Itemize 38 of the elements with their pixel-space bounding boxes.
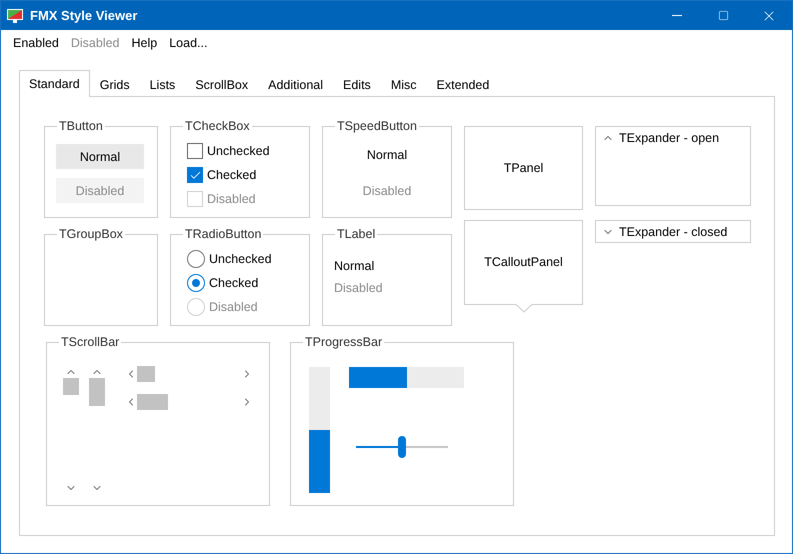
group-title: TSpeedButton (335, 119, 419, 133)
group-title: TLabel (335, 227, 378, 241)
group-title: TGroupBox (57, 227, 125, 241)
radio-label[interactable]: Unchecked (209, 252, 272, 266)
radio-button[interactable] (187, 250, 205, 268)
group-title: TScrollBar (59, 335, 122, 349)
tab[interactable]: Standard (19, 70, 90, 97)
radio-label[interactable]: Checked (209, 276, 258, 290)
push-button[interactable]: Normal (56, 144, 144, 169)
window-title: FMX Style Viewer (30, 8, 138, 23)
speed-button[interactable]: Normal (337, 144, 437, 166)
slider[interactable] (356, 436, 448, 458)
scroll-thumb[interactable] (89, 378, 105, 406)
panel-label: TPanel (504, 161, 544, 175)
group-title: TRadioButton (183, 227, 264, 241)
menu-item[interactable]: Enabled (7, 36, 65, 50)
radio-button[interactable] (187, 274, 205, 292)
maximize-icon (718, 10, 728, 21)
app-icon (7, 8, 23, 22)
checkbox-label[interactable]: Checked (207, 168, 256, 182)
checkbox[interactable] (187, 143, 203, 159)
checkbox[interactable] (187, 167, 203, 183)
group-title: TButton (57, 119, 105, 133)
slider-thumb[interactable] (398, 436, 406, 458)
callout-label: TCalloutPanel (484, 255, 563, 269)
expander-header[interactable]: TExpander - closed (596, 221, 728, 242)
menu-item[interactable]: Help (126, 36, 164, 50)
label-text: Normal (334, 259, 374, 273)
menu-item[interactable]: Load... (163, 36, 214, 50)
group-title: TCheckBox (183, 119, 252, 133)
scroll-thumb[interactable] (137, 394, 168, 410)
group-title: TProgressBar (303, 335, 384, 349)
minimize-icon (672, 15, 682, 16)
expander-header[interactable]: TExpander - open (596, 127, 720, 148)
checkbox-label[interactable]: Unchecked (207, 144, 270, 158)
scroll-thumb[interactable] (63, 378, 79, 395)
label-text: Disabled (334, 281, 383, 295)
scroll-thumb[interactable] (137, 366, 155, 382)
